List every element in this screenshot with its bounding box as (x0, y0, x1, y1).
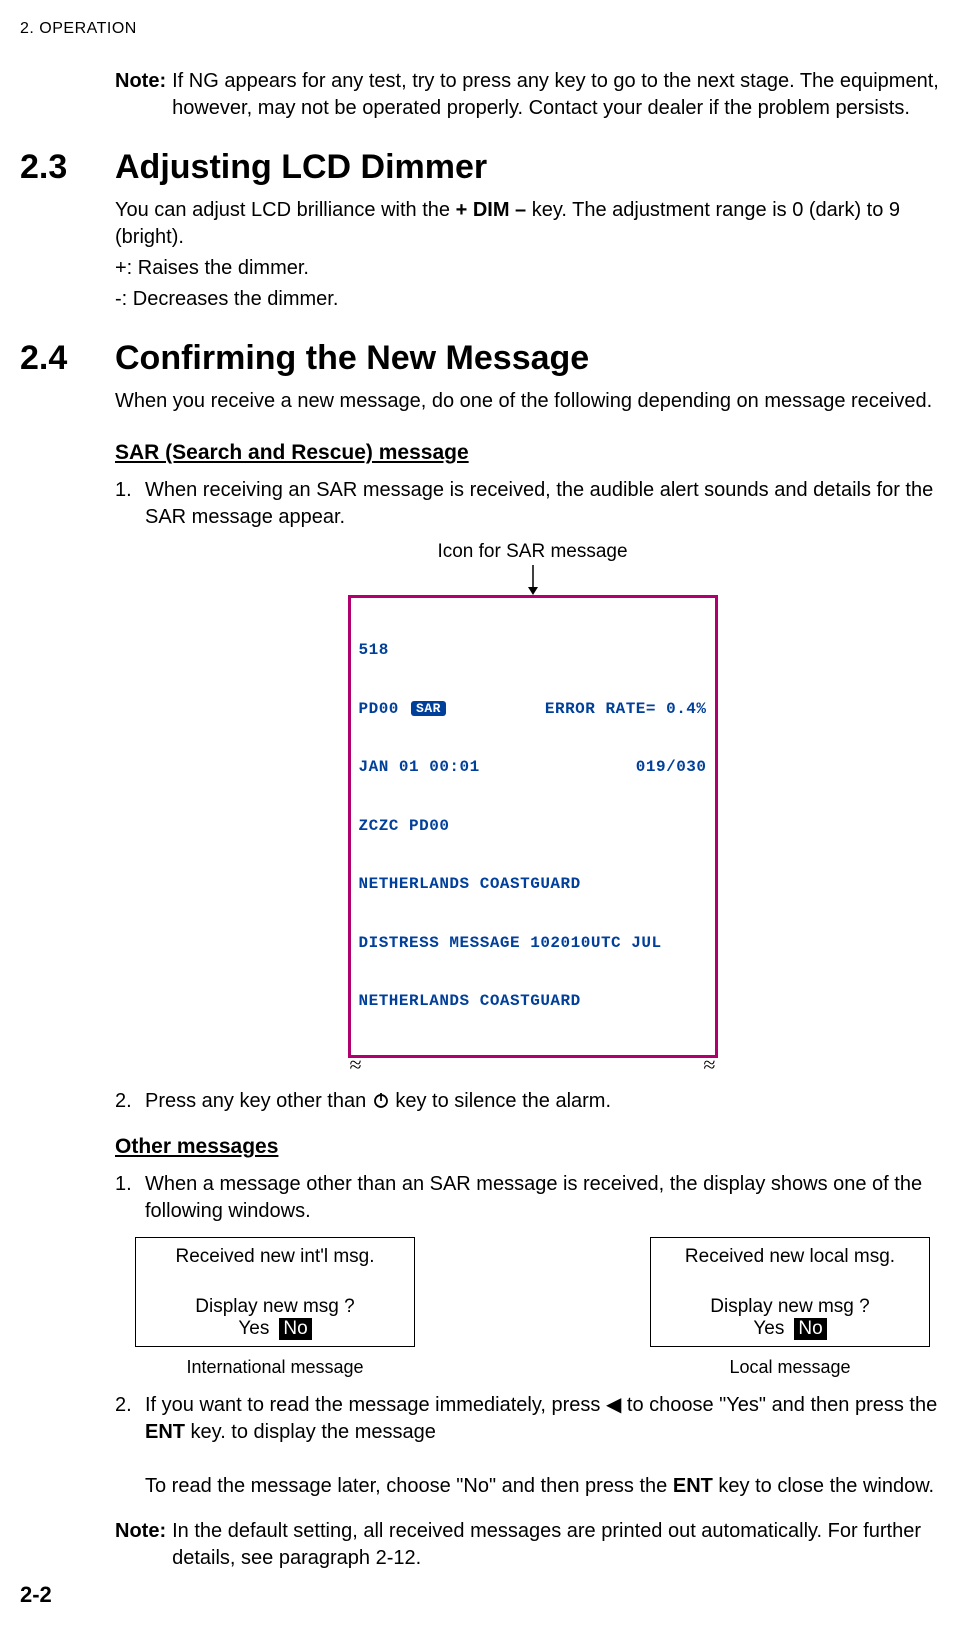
tilde-icon: ≈ (350, 1052, 362, 1078)
paragraph: +: Raises the dimmer. (115, 255, 950, 282)
text-run: You can adjust LCD brilliance with the (115, 199, 456, 221)
text-run: key to close the window. (713, 1475, 934, 1497)
subheading-other: Other messages (115, 1135, 950, 1159)
list-number: 2. (115, 1392, 145, 1500)
figure-caption: International message (135, 1357, 415, 1378)
note-text: In the default setting, all received mes… (172, 1518, 950, 1572)
list-number: 2. (115, 1088, 145, 1117)
lcd-line: 518 (359, 641, 707, 661)
paragraph: When you receive a new message, do one o… (115, 388, 950, 415)
text-run: Press any key other than (145, 1090, 372, 1112)
lcd-text: JAN 01 00:01 (359, 758, 480, 778)
continuation-marks: ≈ ≈ (348, 1052, 718, 1078)
lcd-line: JAN 01 00:01 019/030 (359, 758, 707, 778)
note-text: If NG appears for any test, try to press… (172, 68, 950, 122)
figure-caption: Local message (650, 1357, 930, 1378)
option-no-selected: No (794, 1318, 826, 1340)
page-number: 2-2 (20, 1582, 52, 1608)
list-text: Press any key other than key to silence … (145, 1088, 950, 1117)
list-text: When a message other than an SAR message… (145, 1171, 950, 1225)
section-2-4-heading: 2.4 Confirming the New Message (20, 339, 950, 378)
text-run: key. to display the message (185, 1421, 436, 1443)
note-default-print: Note: In the default setting, all receiv… (115, 1518, 950, 1572)
section-number: 2.4 (20, 339, 115, 378)
option-no-selected: No (279, 1318, 311, 1340)
list-text: When receiving an SAR message is receive… (145, 477, 950, 531)
sar-badge-icon: SAR (411, 701, 446, 717)
tilde-icon: ≈ (703, 1052, 715, 1078)
running-header: 2. OPERATION (20, 20, 950, 38)
ordered-item-1: 1. When receiving an SAR message is rece… (115, 477, 950, 531)
note-label: Note: (115, 68, 166, 122)
yes-no-row: Yes No (753, 1318, 826, 1340)
note-label: Note: (115, 1518, 166, 1572)
section-number: 2.3 (20, 148, 115, 187)
figure-caption: Icon for SAR message (348, 541, 718, 563)
ordered-item-1: 1. When a message other than an SAR mess… (115, 1171, 950, 1225)
paragraph: You can adjust LCD brilliance with the +… (115, 197, 950, 251)
text-run: If you want to read the message immediat… (145, 1394, 937, 1416)
power-icon (372, 1090, 390, 1117)
lcd-text: 019/030 (636, 758, 707, 778)
list-number: 1. (115, 477, 145, 531)
dialog-question: Display new msg ? (659, 1296, 921, 1318)
ordered-item-2: 2. Press any key other than key to silen… (115, 1088, 950, 1117)
dialog-title: Received new int'l msg. (144, 1246, 406, 1268)
dialog-box: Received new int'l msg. Display new msg … (135, 1237, 415, 1347)
lcd-line: PD00 SAR ERROR RATE= 0.4% (359, 700, 707, 720)
list-number: 1. (115, 1171, 145, 1225)
lcd-text: PD00 (359, 700, 399, 718)
note-ng: Note: If NG appears for any test, try to… (115, 68, 950, 122)
section-title: Confirming the New Message (115, 339, 589, 378)
lcd-screenshot: 518 PD00 SAR ERROR RATE= 0.4% JAN 01 00:… (348, 595, 718, 1058)
list-text: If you want to read the message immediat… (145, 1392, 950, 1500)
ordered-item-2: 2. If you want to read the message immed… (115, 1392, 950, 1500)
section-title: Adjusting LCD Dimmer (115, 148, 487, 187)
text-run: key to silence the alarm. (395, 1090, 611, 1112)
key-name: + DIM – (456, 199, 527, 221)
key-name: ENT (145, 1421, 185, 1443)
section-2-3-heading: 2.3 Adjusting LCD Dimmer (20, 148, 950, 187)
intl-message-figure: Received new int'l msg. Display new msg … (135, 1237, 415, 1378)
page: 2. OPERATION Note: If NG appears for any… (0, 0, 970, 1628)
message-dialog-figures: Received new int'l msg. Display new msg … (135, 1237, 930, 1378)
lcd-line: NETHERLANDS COASTGUARD (359, 875, 707, 895)
yes-no-row: Yes No (238, 1318, 311, 1340)
option-yes: Yes (753, 1318, 784, 1340)
sar-figure: Icon for SAR message 518 PD00 SAR ERROR … (348, 541, 718, 1078)
paragraph: -: Decreases the dimmer. (115, 286, 950, 313)
dialog-box: Received new local msg. Display new msg … (650, 1237, 930, 1347)
lcd-line: ZCZC PD00 (359, 817, 707, 837)
text-run: To read the message later, choose "No" a… (145, 1475, 673, 1497)
lcd-line: NETHERLANDS COASTGUARD (359, 992, 707, 1012)
lcd-line: DISTRESS MESSAGE 102010UTC JUL (359, 934, 707, 954)
lcd-text: ERROR RATE= 0.4% (545, 700, 707, 720)
local-message-figure: Received new local msg. Display new msg … (650, 1237, 930, 1378)
dialog-question: Display new msg ? (144, 1296, 406, 1318)
subheading-sar: SAR (Search and Rescue) message (115, 441, 950, 465)
dialog-title: Received new local msg. (659, 1246, 921, 1268)
key-name: ENT (673, 1475, 713, 1497)
arrow-down-icon (348, 565, 718, 595)
option-yes: Yes (238, 1318, 269, 1340)
